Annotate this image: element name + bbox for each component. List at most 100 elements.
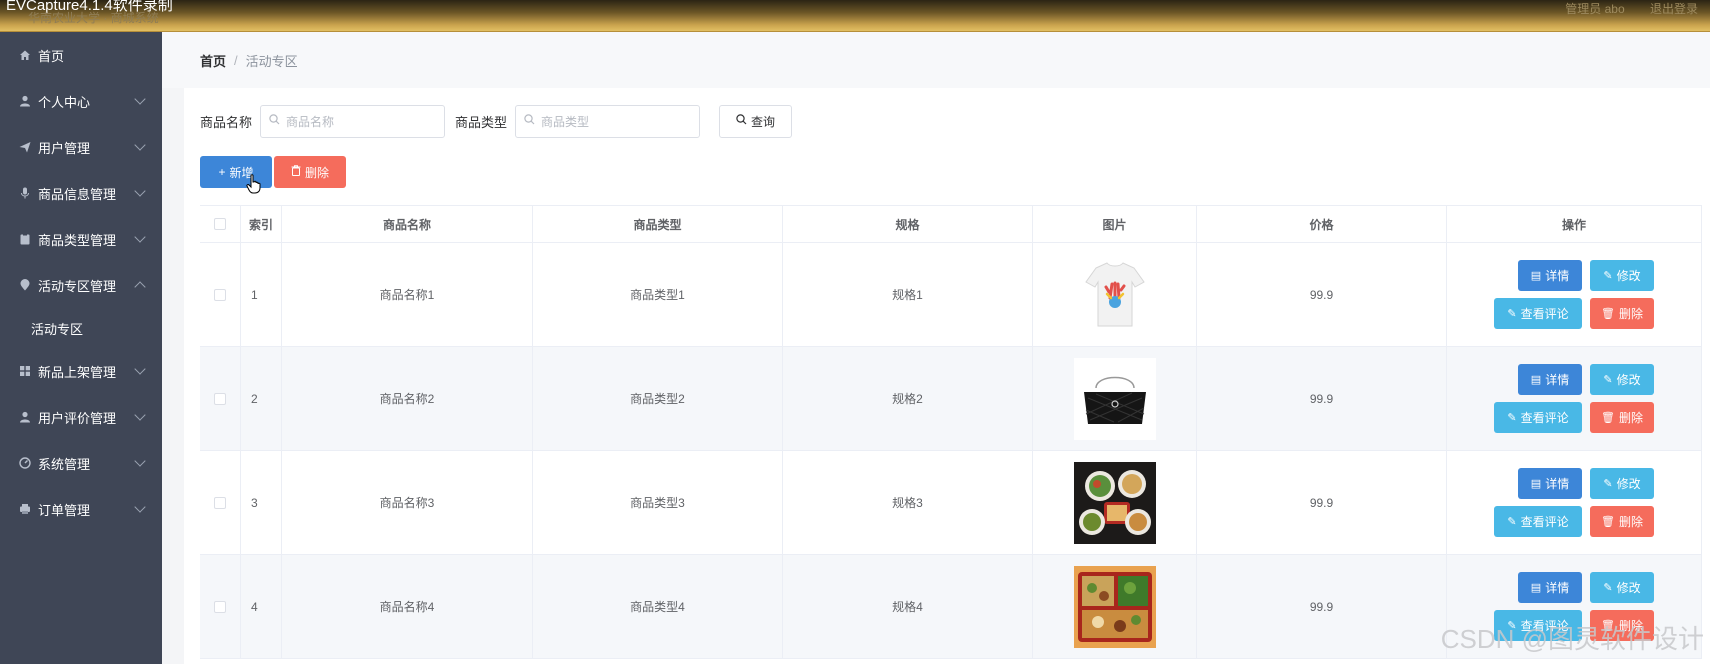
trash-icon [291,165,301,179]
sidebar-item-product-info[interactable]: 商品信息管理 [0,170,162,216]
row-delete-button[interactable]: 🗑 删除 [1590,402,1654,433]
chevron-down-icon [134,455,146,467]
row-select [200,243,241,346]
cell-index: 1 [241,243,282,346]
cell-actions: ▤ 详情 ✎ 修改 ✎ 查看评论 🗑 删除 [1447,243,1702,346]
sidebar-item-orders[interactable]: 订单管理 [0,486,162,532]
view-comments-label: 查看评论 [1520,515,1569,529]
sidebar-item-home[interactable]: 首页 [0,32,162,78]
cell-price: 99.9 [1197,555,1447,658]
row-action-group: ▤ 详情 ✎ 修改 ✎ 查看评论 🗑 删除 [1494,260,1654,329]
trash-icon: 🗑 [1601,308,1615,320]
user-icon [18,94,32,108]
topbar-right: 管理员 abo 退出登录 [1543,0,1698,17]
query-button[interactable]: 查询 [719,104,793,138]
product-type-input[interactable]: 商品类型 [515,104,701,138]
table-row: 3 商品名称3 商品类型3 规格3 99.9 ▤ 详情 ✎ 修改 ✎ 查看评论 … [200,451,1702,555]
table-row: 2 商品名称2 商品类型2 规格2 99.9 ▤ 详情 ✎ 修改 ✎ 查看评论 … [200,347,1702,451]
mic-icon [18,186,32,200]
detail-button[interactable]: ▤ 详情 [1518,364,1582,395]
pencil-icon: ✎ [1603,270,1613,282]
cell-product-type: 商品类型1 [533,243,783,346]
row-action-group: ▤ 详情 ✎ 修改 ✎ 查看评论 🗑 删除 [1494,468,1654,537]
edit-button[interactable]: ✎ 修改 [1590,572,1654,603]
row-checkbox[interactable] [214,288,226,301]
cell-product-type: 商品类型3 [533,451,783,554]
detail-button[interactable]: ▤ 详情 [1518,572,1582,603]
breadcrumb-separator: / [234,52,238,68]
sidebar-subitem-label: 活动专区 [31,321,84,337]
sidebar-item-new-products[interactable]: 新品上架管理 [0,348,162,394]
view-comments-button[interactable]: ✎ 查看评论 [1494,298,1582,329]
gauge-icon [18,456,32,470]
sidebar-item-users[interactable]: 用户管理 [0,124,162,170]
product-type-placeholder: 商品类型 [541,114,590,129]
sidebar-item-label: 商品信息管理 [38,186,117,202]
top-bar: EVCapture4.1.4软件录制 华南农业大学 · 商城系统 管理员 abo… [0,0,1710,32]
product-name-input[interactable]: 商品名称 [260,104,446,138]
detail-button[interactable]: ▤ 详情 [1518,260,1582,291]
select-all-checkbox[interactable] [214,218,226,230]
cell-spec: 规格1 [783,243,1033,346]
search-bar: 商品名称 商品名称 商品类型 商品类型 查询 [200,104,793,138]
row-checkbox[interactable] [214,496,226,509]
cell-spec: 规格3 [783,451,1033,554]
sidebar-subitem-activity-zone[interactable]: 活动专区 [0,308,162,348]
detail-button-label: 详情 [1545,269,1570,283]
action-bar: + 新增 删除 [200,156,346,188]
breadcrumb: 首页 / 活动专区 [162,32,1710,88]
product-table: 索引 商品名称 商品类型 规格 图片 价格 操作 1 商品名称1 商品类型1 规… [200,205,1702,659]
chevron-down-icon [134,231,146,243]
view-comments-button[interactable]: ✎ 查看评论 [1494,402,1582,433]
cell-product-name: 商品名称1 [282,243,533,346]
row-checkbox[interactable] [214,392,226,405]
logout-link[interactable]: 退出登录 [1650,2,1698,16]
user-icon [18,410,32,424]
edit-button[interactable]: ✎ 修改 [1590,468,1654,499]
chevron-down-icon [134,501,146,513]
product-image-bento [1073,565,1156,648]
row-select [200,451,241,554]
view-comments-button[interactable]: ✎ 查看评论 [1494,506,1582,537]
sidebar-item-label: 订单管理 [38,502,91,518]
content-panel: 商品名称 商品名称 商品类型 商品类型 查询 + 新增 删除 索引 商品名称 商… [184,88,1710,664]
edit-button[interactable]: ✎ 修改 [1590,260,1654,291]
sidebar-item-activity[interactable]: 活动专区管理 [0,262,162,308]
trash-icon: 🗑 [1601,516,1615,528]
sidebar-item-system[interactable]: 系统管理 [0,440,162,486]
row-delete-button[interactable]: 🗑 删除 [1590,506,1654,537]
cell-price: 99.9 [1197,451,1447,554]
row-action-group: ▤ 详情 ✎ 修改 ✎ 查看评论 🗑 删除 [1494,364,1654,433]
sidebar-item-label: 首页 [38,48,65,64]
search-icon [269,114,280,128]
table-row: 1 商品名称1 商品类型1 规格1 99.9 ▤ 详情 ✎ 修改 ✎ 查看评论 … [200,243,1702,347]
product-name-placeholder: 商品名称 [286,114,335,129]
current-user[interactable]: 管理员 abo [1565,2,1624,16]
pencil-icon: ✎ [1603,374,1613,386]
table-header: 索引 商品名称 商品类型 规格 图片 价格 操作 [200,206,1702,243]
view-comments-label: 查看评论 [1520,411,1569,425]
edit-button[interactable]: ✎ 修改 [1590,364,1654,395]
sidebar-item-product-type[interactable]: 商品类型管理 [0,216,162,262]
row-delete-button[interactable]: 🗑 删除 [1590,298,1654,329]
clipboard-icon [18,232,32,246]
header-image: 图片 [1033,206,1197,242]
header-index: 索引 [241,206,282,242]
chevron-down-icon [134,93,146,105]
row-checkbox[interactable] [214,600,226,613]
cell-product-type: 商品类型2 [533,347,783,450]
sidebar-item-label: 活动专区管理 [38,278,117,294]
product-image-food [1073,461,1156,544]
row-select [200,555,241,658]
breadcrumb-home[interactable]: 首页 [200,51,226,70]
batch-delete-button[interactable]: 删除 [274,156,346,188]
product-type-label: 商品类型 [455,114,508,130]
sidebar-item-label: 系统管理 [38,456,91,472]
detail-button[interactable]: ▤ 详情 [1518,468,1582,499]
sidebar-item-profile[interactable]: 个人中心 [0,78,162,124]
chevron-down-icon [134,139,146,151]
edit-button-label: 修改 [1616,581,1641,595]
row-delete-label: 删除 [1618,515,1643,529]
sidebar-item-label: 个人中心 [38,94,91,110]
sidebar-item-reviews[interactable]: 用户评价管理 [0,394,162,440]
